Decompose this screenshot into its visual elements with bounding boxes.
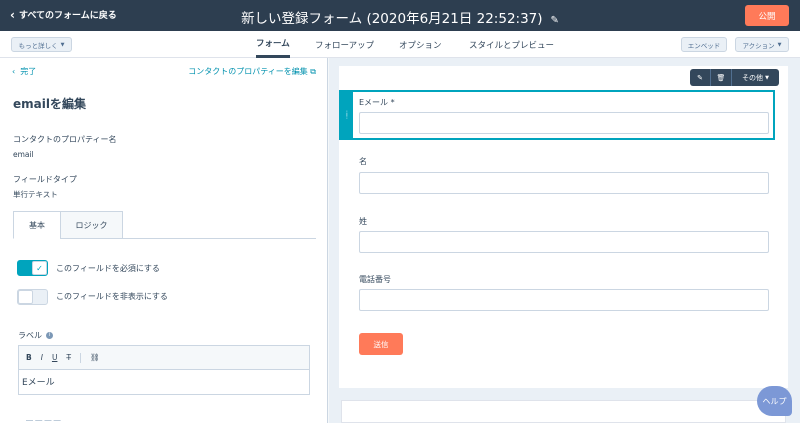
field-type-label: フィールドタイプ [13, 175, 77, 184]
done-link[interactable]: ‹ 完了 [12, 66, 36, 77]
subtab-basic[interactable]: 基本 [13, 211, 61, 239]
caret-down-icon: ▼ [777, 41, 782, 48]
actions-dropdown[interactable]: アクション ▼ [735, 37, 789, 52]
clear-format-icon[interactable]: T̶ [66, 353, 71, 362]
chevron-left-icon: ‹ [12, 67, 16, 76]
hidden-toggle-label: このフィールドを非表示にする [56, 292, 168, 301]
label-rich-text-editor[interactable]: B I U T̶ ⛓ Eメール [18, 345, 310, 395]
edit-props-label: コンタクトのプロパティーを編集 [188, 67, 308, 76]
editor-subtabs: 基本 ロジック [13, 211, 316, 239]
first-name-input[interactable] [359, 172, 769, 194]
italic-icon[interactable]: I [41, 353, 43, 362]
tab-follow-up[interactable]: フォローアップ [315, 31, 374, 58]
field-editor-panel: ‹ 完了 コンタクトのプロパティーを編集 ⧉ emailを編集 コンタクトのプロ… [0, 58, 328, 423]
pencil-icon[interactable]: ✎ [551, 15, 559, 26]
edit-pencil-icon[interactable]: ✎ [690, 69, 711, 86]
top-bar: ‹ すべてのフォームに戻る 新しい登録フォーム (2020年6月21日 22:5… [0, 0, 800, 31]
property-name-label: コンタクトのプロパティー名 [13, 135, 117, 144]
help-button[interactable]: ヘルプ [757, 386, 792, 416]
panel-header: ‹ 完了 コンタクトのプロパティーを編集 ⧉ [12, 66, 316, 78]
form-card: ✎ 🗑 その他 ▼ ⋮ ⋮ Eメール * 名 姓 電話番号 送信 [339, 66, 788, 388]
submit-button[interactable]: 送信 [359, 333, 403, 355]
tab-bar: もっと詳しく ▼ フォーム フォローアップ オプション スタイルとプレビュー エ… [0, 31, 800, 58]
actions-label: アクション [742, 41, 775, 50]
publish-button[interactable]: 公開 [745, 5, 789, 26]
more-dropdown[interactable]: その他 ▼ [732, 69, 779, 86]
tab-style-preview[interactable]: スタイルとプレビュー [469, 31, 554, 58]
label-heading: ラベル i [18, 330, 53, 341]
last-name-input[interactable] [359, 231, 769, 253]
last-name-label: 姓 [359, 217, 367, 226]
more-label: その他 [742, 73, 764, 82]
form-title-text: 新しい登録フォーム (2020年6月21日 22:52:37) [241, 11, 543, 27]
label-value[interactable]: Eメール [19, 370, 309, 393]
drag-handle-icon[interactable]: ⋮ ⋮ [341, 92, 353, 138]
email-field-label: Eメール * [359, 98, 395, 107]
tab-options[interactable]: オプション [399, 31, 442, 58]
link-icon[interactable]: ⛓ [90, 353, 100, 362]
more-details-dropdown[interactable]: もっと詳しく ▼ [11, 37, 72, 52]
tab-form[interactable]: フォーム [256, 31, 290, 58]
caret-down-icon: ▼ [60, 41, 65, 48]
property-name-value: email [13, 150, 34, 159]
trash-icon[interactable]: 🗑 [711, 69, 732, 86]
form-preview-area: ✎ 🗑 その他 ▼ ⋮ ⋮ Eメール * 名 姓 電話番号 送信 [329, 58, 800, 423]
form-title[interactable]: 新しい登録フォーム (2020年6月21日 22:52:37) ✎ [0, 7, 800, 27]
rte-toolbar: B I U T̶ ⛓ [19, 346, 309, 370]
check-icon: ✓ [32, 261, 47, 275]
field-type-value: 単行テキスト [13, 190, 58, 199]
required-toggle-label: このフィールドを必須にする [56, 264, 160, 273]
more-details-label: もっと詳しく [18, 41, 58, 50]
hidden-toggle[interactable] [17, 289, 48, 305]
next-form-card [341, 400, 786, 423]
phone-input[interactable] [359, 289, 769, 311]
caret-down-icon: ▼ [765, 74, 769, 81]
bold-icon[interactable]: B [26, 353, 32, 362]
label-heading-text: ラベル [18, 331, 42, 340]
embed-button[interactable]: エンベッド [681, 37, 727, 52]
edit-contact-properties-link[interactable]: コンタクトのプロパティーを編集 ⧉ [188, 66, 316, 77]
first-name-label: 名 [359, 157, 367, 166]
external-link-icon: ⧉ [310, 67, 316, 76]
required-toggle[interactable]: ✓ [17, 260, 48, 276]
subtab-logic[interactable]: ロジック [60, 211, 123, 239]
phone-label: 電話番号 [359, 275, 391, 284]
toolbar-divider [80, 352, 82, 363]
done-label: 完了 [20, 67, 37, 76]
panel-title: emailを編集 [13, 97, 86, 111]
field-action-bar: ✎ 🗑 その他 ▼ [690, 69, 779, 86]
toggle-knob [18, 290, 33, 304]
underline-icon[interactable]: U [52, 353, 58, 362]
cut-off-text: ― ― ― ― [26, 416, 61, 423]
email-input[interactable] [359, 112, 769, 134]
info-icon[interactable]: i [46, 332, 53, 339]
